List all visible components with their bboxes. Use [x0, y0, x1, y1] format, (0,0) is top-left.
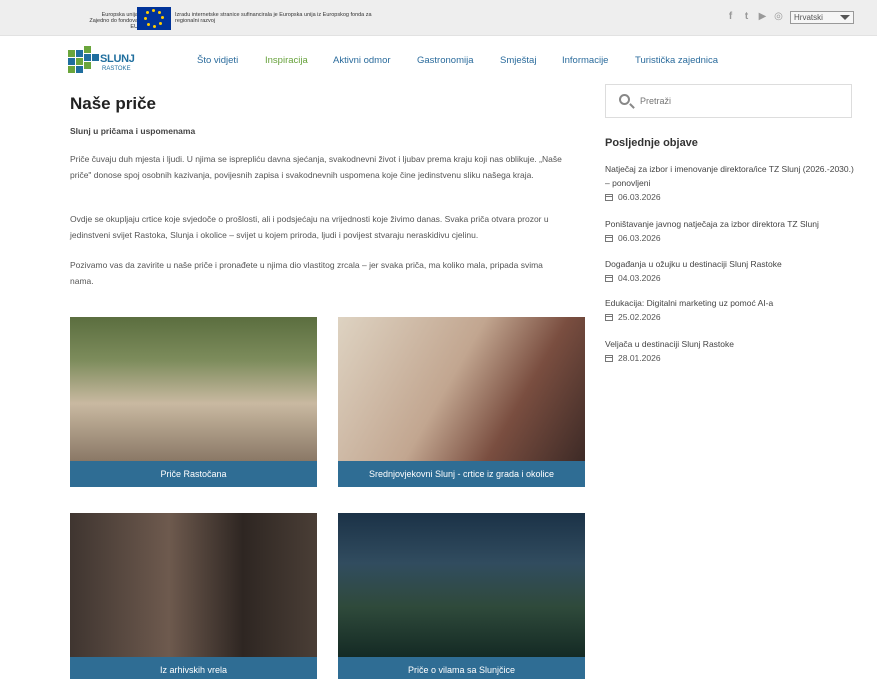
story-card-iz-arhivskih-vrela[interactable]: Iz arhivskih vrela — [70, 513, 317, 679]
eu-funding-bar: Europska unija Zajedno do fondova EU Izr… — [0, 0, 877, 36]
story-image — [70, 513, 317, 657]
youtube-icon[interactable]: ▶ — [757, 11, 768, 22]
recent-post[interactable]: Poništavanje javnog natječaja za izbor d… — [605, 217, 855, 244]
story-image — [338, 317, 585, 461]
recent-post[interactable]: Događanja u ožujku u destinaciji Slunj R… — [605, 257, 855, 284]
eu-left-text: Europska unija Zajedno do fondova EU — [89, 12, 138, 30]
nav-item-aktivni-odmor[interactable]: Aktivni odmor — [333, 55, 391, 66]
instagram-icon[interactable]: ◎ — [773, 11, 784, 22]
nav-item-inspiracija[interactable]: Inspiracija — [265, 55, 308, 66]
date-text: 28.01.2026 — [618, 353, 661, 363]
date-text: 04.03.2026 — [618, 273, 661, 283]
date-text: 25.02.2026 — [618, 312, 661, 322]
date-text: 06.03.2026 — [618, 233, 661, 243]
recent-post[interactable]: Veljača u destinaciji Slunj Rastoke 28.0… — [605, 337, 855, 364]
recent-post-title[interactable]: Poništavanje javnog natječaja za izbor d… — [605, 217, 855, 231]
story-card-srednjovjekovni-slunj[interactable]: Srednjovjekovni Slunj - crtice iz grada … — [338, 317, 585, 487]
chevron-down-icon — [840, 15, 850, 20]
intro-paragraph: Ovdje se okupljaju crtice koje svjedoče … — [70, 214, 549, 240]
intro-paragraph: Priče čuvaju duh mjesta i ljudi. U njima… — [70, 154, 562, 180]
language-value: Hrvatski — [794, 13, 823, 22]
eu-flag-icon — [137, 7, 171, 30]
recent-post-date: 25.02.2026 — [605, 311, 855, 323]
social-links: f t ▶ ◎ — [725, 11, 784, 22]
logo-name: SLUNJ — [100, 53, 135, 65]
recent-post-title[interactable]: Događanja u ožujku u destinaciji Slunj R… — [605, 257, 855, 271]
calendar-icon — [605, 275, 613, 282]
story-image — [70, 317, 317, 461]
calendar-icon — [605, 194, 613, 201]
nav-item-gastronomija[interactable]: Gastronomija — [417, 55, 474, 66]
recent-posts-title: Posljednje objave — [605, 137, 698, 149]
facebook-icon[interactable]: f — [725, 11, 736, 22]
recent-post-date: 28.01.2026 — [605, 352, 855, 364]
language-select[interactable]: Hrvatski — [790, 11, 854, 24]
recent-post-title[interactable]: Edukacija: Digitalni marketing uz pomoć … — [605, 296, 855, 310]
story-caption: Srednjovjekovni Slunj - crtice iz grada … — [338, 461, 585, 487]
calendar-icon — [605, 235, 613, 242]
story-image — [338, 513, 585, 657]
story-caption: Iz arhivskih vrela — [70, 657, 317, 679]
story-caption: Priče Rastočana — [70, 461, 317, 487]
eu-right-text: Izradu internetske stranice sufinanciral… — [175, 12, 372, 24]
story-card-price-o-vilama[interactable]: Priče o vilama sa Slunjčice — [338, 513, 585, 679]
recent-post-date: 04.03.2026 — [605, 272, 855, 284]
nav-item-sto-vidjeti[interactable]: Što vidjeti — [197, 55, 238, 66]
site-logo[interactable]: SLUNJ RASTOKE — [68, 44, 138, 78]
search-icon[interactable] — [619, 94, 630, 105]
search-input[interactable] — [640, 93, 840, 109]
recent-post-date: 06.03.2026 — [605, 191, 855, 203]
intro-paragraph: Pozivamo vas da zavirite u naše priče i … — [70, 260, 543, 286]
page-title: Naše priče — [70, 94, 156, 113]
nav-item-turisticka-zajednica[interactable]: Turistička zajednica — [635, 55, 718, 66]
nav-item-smjestaj[interactable]: Smještaj — [500, 55, 536, 66]
calendar-icon — [605, 355, 613, 362]
twitter-icon[interactable]: t — [741, 11, 752, 22]
nav-item-informacije[interactable]: Informacije — [562, 55, 608, 66]
recent-post-title[interactable]: Veljača u destinaciji Slunj Rastoke — [605, 337, 855, 351]
calendar-icon — [605, 314, 613, 321]
search-box — [605, 84, 852, 118]
recent-post-title[interactable]: Natječaj za izbor i imenovanje direktora… — [605, 162, 855, 190]
story-card-price-rastocana[interactable]: Priče Rastočana — [70, 317, 317, 487]
recent-post[interactable]: Edukacija: Digitalni marketing uz pomoć … — [605, 296, 855, 323]
date-text: 06.03.2026 — [618, 192, 661, 202]
story-caption: Priče o vilama sa Slunjčice — [338, 657, 585, 679]
recent-post[interactable]: Natječaj za izbor i imenovanje direktora… — [605, 162, 855, 203]
page-subtitle: Slunj u pričama i uspomenama — [70, 126, 196, 136]
recent-post-date: 06.03.2026 — [605, 232, 855, 244]
logo-sub: RASTOKE — [102, 66, 131, 72]
